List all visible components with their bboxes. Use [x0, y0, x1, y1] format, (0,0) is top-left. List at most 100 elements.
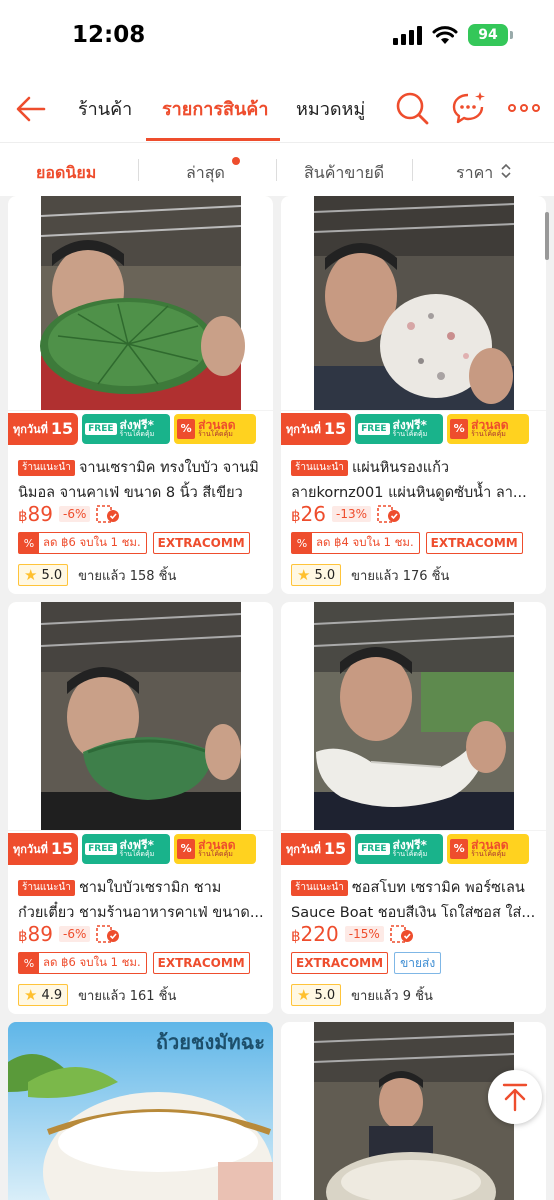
search-icon[interactable]	[394, 90, 430, 126]
voucher-icon: %	[292, 533, 312, 553]
recommended-tag: ร้านแนะนำ	[291, 880, 348, 896]
price-row: ฿26 -13%	[291, 502, 401, 526]
scrollbar[interactable]	[545, 212, 549, 260]
price: ฿89	[18, 922, 53, 946]
sold-count: ขายแล้ว 161 ชิ้น	[78, 988, 177, 1004]
price: ฿89	[18, 502, 53, 526]
currency: ฿	[291, 507, 301, 525]
product-card[interactable]: ทุกวันที่ 15 FREE ส่งฟรี* ร้านโค้ดคุ้ม % ส…	[8, 196, 273, 594]
discount-badge: % ส่วนลด ร้านโค้ดคุ้ม	[174, 413, 257, 444]
product-card[interactable]: ทุกวันที่ 15 FREE ส่งฟรี* ร้านโค้ดคุ้ม % ส…	[281, 602, 546, 1014]
tab-shop[interactable]: ร้านค้า	[78, 94, 132, 123]
sort-latest[interactable]: ล่าสุด	[186, 161, 225, 186]
voucher-badge: % ลด ฿6 จบใน 1 ชม.	[18, 532, 147, 554]
promo-strip: ทุกวันที่ 15 FREE ส่งฟรี* ร้านโค้ดคุ้ม % ส…	[281, 830, 546, 866]
rating-badge: ★ 5.0	[291, 984, 342, 1006]
tab-categories[interactable]: หมวดหมู่	[296, 94, 365, 123]
rating-row: ★ 5.0 ขายแล้ว 9 ชิ้น	[291, 984, 433, 1006]
star-icon: ★	[24, 566, 38, 584]
back-arrow-icon[interactable]	[14, 92, 48, 126]
free-sub: ร้านโค้ดคุ้ม	[392, 850, 428, 858]
price-row: ฿89 -6%	[18, 502, 120, 526]
free-shipping-badge: FREE ส่งฟรี* ร้านโค้ดคุ้ม	[355, 833, 444, 864]
price-value: 89	[27, 922, 53, 946]
promo-day-badge: ทุกวันที่ 15	[281, 832, 352, 865]
disc-sub: ร้านโค้ดคุ้ม	[471, 850, 506, 858]
free-shipping-badge: FREE ส่งฟรี* ร้านโค้ดคุ้ม	[82, 413, 171, 444]
sold-count: ขายแล้ว 9 ชิ้น	[351, 988, 433, 1004]
divider	[138, 159, 139, 181]
divider	[276, 159, 277, 181]
rating-row: ★ 4.9 ขายแล้ว 161 ชิ้น	[18, 984, 176, 1006]
coin-voucher-icon	[96, 505, 120, 523]
discount-percent: -6%	[59, 926, 91, 942]
currency: ฿	[291, 927, 301, 945]
price-row: ฿89 -6%	[18, 922, 120, 946]
rating-badge: ★ 5.0	[291, 564, 342, 586]
battery-icon: 94	[468, 24, 513, 46]
sort-best-selling[interactable]: สินค้าขายดี	[304, 161, 384, 186]
promo-day-prefix: ทุกวันที่	[286, 842, 321, 856]
extracomm-badge: EXTRACOMM	[152, 952, 250, 974]
recommended-tag: ร้านแนะนำ	[18, 460, 75, 476]
product-card[interactable]: ทุกวันที่ 15 FREE ส่งฟรี* ร้านโค้ดคุ้ม % ส…	[8, 602, 273, 1014]
extracomm-badge: EXTRACOMM	[425, 532, 523, 554]
product-image	[8, 602, 273, 866]
promo-day-badge: ทุกวันที่ 15	[281, 412, 352, 445]
promo-strip: ทุกวันที่ 15 FREE ส่งฟรี* ร้านโค้ดคุ้ม % ส…	[281, 410, 546, 446]
status-bar: 12:08 94	[0, 0, 554, 78]
rating-badge: ★ 5.0	[18, 564, 69, 586]
rating-row: ★ 5.0 ขายแล้ว 176 ชิ้น	[291, 564, 449, 586]
star-icon: ★	[297, 566, 311, 584]
wholesale-badge: ขายส่ง	[394, 952, 442, 974]
free-sub: ร้านโค้ดคุ้ม	[392, 430, 428, 438]
product-image	[281, 196, 546, 446]
product-title: ร้านแนะนำ จานเซรามิค ทรงใบบัว จานมินิมอล …	[18, 456, 266, 506]
extracomm-badge: EXTRACOMM	[291, 952, 389, 974]
divider	[412, 159, 413, 181]
product-image	[8, 196, 273, 446]
product-title: ร้านแนะนำ ซอสโบท เซรามิค พอร์ซเลน Sauce B…	[291, 876, 539, 926]
disc-sub: ร้านโค้ดคุ้ม	[471, 430, 506, 438]
product-card[interactable]: ถ้วยชงมัทฉะ	[8, 1022, 273, 1200]
discount-badge: % ส่วนลด ร้านโค้ดคุ้ม	[174, 833, 257, 864]
chat-icon[interactable]	[450, 90, 486, 126]
coin-voucher-icon	[96, 925, 120, 943]
product-title: ร้านแนะนำ แผ่นหินรองแก้ว ลายkornz001 แผ่น…	[291, 456, 539, 506]
sort-arrows-icon	[501, 163, 511, 179]
scroll-to-top-button[interactable]	[488, 1070, 542, 1124]
rating-row: ★ 5.0 ขายแล้ว 158 ชิ้น	[18, 564, 176, 586]
free-box-label: FREE	[85, 422, 117, 435]
discount-badge: % ส่วนลด ร้านโค้ดคุ้ม	[447, 413, 530, 444]
banner-text: ถ้วยชงมัทฉะ	[155, 1030, 265, 1054]
more-options-icon[interactable]	[506, 90, 542, 126]
free-box-label: FREE	[85, 842, 117, 855]
product-card[interactable]: ทุกวันที่ 15 FREE ส่งฟรี* ร้านโค้ดคุ้ม % ส…	[281, 196, 546, 594]
free-box-label: FREE	[358, 842, 390, 855]
currency: ฿	[18, 927, 28, 945]
rating-value: 4.9	[41, 987, 63, 1003]
status-time: 12:08	[72, 22, 146, 48]
percent-icon: %	[450, 418, 469, 439]
promo-strip: ทุกวันที่ 15 FREE ส่งฟรี* ร้านโค้ดคุ้ม % ส…	[8, 410, 273, 446]
promo-day-prefix: ทุกวันที่	[13, 422, 48, 436]
discount-percent: -13%	[332, 506, 372, 522]
badges-row: % ลด ฿4 จบใน 1 ชม. EXTRACOMM	[291, 532, 523, 554]
sort-popular[interactable]: ยอดนิยม	[36, 161, 96, 186]
rating-value: 5.0	[314, 987, 336, 1003]
new-indicator-dot	[232, 157, 240, 165]
badges-row: % ลด ฿6 จบใน 1 ชม. EXTRACOMM	[18, 952, 250, 974]
price-value: 220	[300, 922, 339, 946]
signal-icon	[393, 25, 422, 45]
recommended-tag: ร้านแนะนำ	[291, 460, 348, 476]
tab-products[interactable]: รายการสินค้า	[162, 94, 268, 123]
badges-row: % ลด ฿6 จบใน 1 ชม. EXTRACOMM	[18, 532, 250, 554]
shop-nav: ร้านค้า รายการสินค้า หมวดหมู่	[0, 78, 554, 142]
badges-row: EXTRACOMM ขายส่ง	[291, 952, 442, 974]
promo-day-prefix: ทุกวันที่	[13, 842, 48, 856]
sold-count: ขายแล้ว 176 ชิ้น	[351, 568, 450, 584]
disc-sub: ร้านโค้ดคุ้ม	[198, 430, 233, 438]
promo-strip: ทุกวันที่ 15 FREE ส่งฟรี* ร้านโค้ดคุ้ม % ส…	[8, 830, 273, 866]
sort-price[interactable]: ราคา	[456, 161, 493, 186]
percent-icon: %	[177, 838, 196, 859]
